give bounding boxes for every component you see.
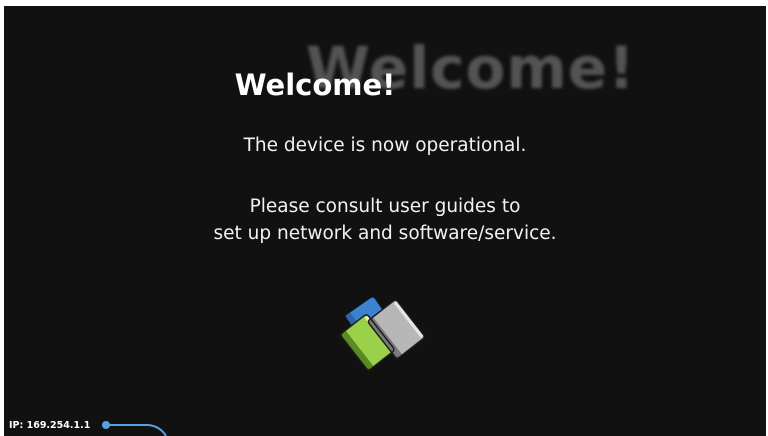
status-message: The device is now operational. [4,132,766,159]
books-icon [334,284,434,374]
message-line-consult: Please consult user guides to [249,196,521,217]
ip-address-label: IP: 169.254.1.1 [9,420,91,431]
welcome-title: Welcome! [4,68,766,102]
welcome-screen: Welcome! Welcome! The device is now oper… [4,6,766,436]
message-line-operational: The device is now operational. [243,135,527,156]
welcome-title-text: Welcome! [234,68,396,102]
message-line-setup: set up network and software/service. [213,223,557,244]
ip-pointer-icon [100,416,180,436]
guide-message: Please consult user guides to set up net… [4,193,766,247]
